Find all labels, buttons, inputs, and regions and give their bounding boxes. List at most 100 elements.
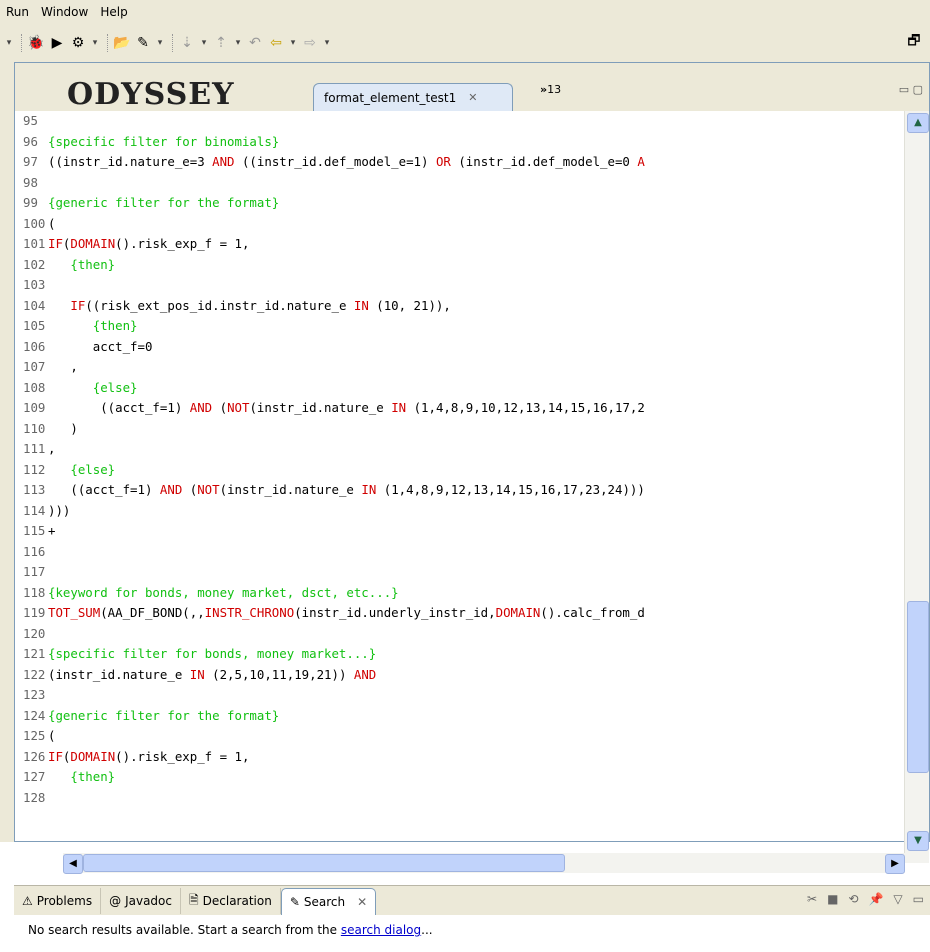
code-line[interactable]: 108 {else} bbox=[15, 378, 905, 399]
code-line[interactable]: 99 {generic filter for the format} bbox=[15, 193, 905, 214]
vertical-scrollbar[interactable]: ▲ ▼ bbox=[904, 111, 929, 863]
code-line[interactable]: 117 bbox=[15, 562, 905, 583]
code-token: , bbox=[48, 359, 78, 374]
code-keyword: INSTR_CHRONO bbox=[204, 605, 295, 620]
history-icon[interactable]: ⟲ bbox=[848, 892, 858, 906]
close-icon[interactable]: ✕ bbox=[468, 91, 477, 104]
code-line[interactable]: 101 IF(DOMAIN().risk_exp_f = 1, bbox=[15, 234, 905, 255]
code-line[interactable]: 114))) bbox=[15, 501, 905, 522]
code-line[interactable]: 115 + bbox=[15, 521, 905, 542]
code-token: (2,5,10,11,19,21)) bbox=[204, 666, 354, 682]
tab-overflow[interactable]: »13 bbox=[540, 83, 561, 96]
code-text: ((acct_f=1) AND (NOT(instr_id.nature_e I… bbox=[48, 480, 644, 501]
code-line[interactable]: 119 TOT_SUM(AA_DF_BOND(,,INSTR_CHRONO(ins… bbox=[15, 603, 905, 624]
code-line[interactable]: 122 (instr_id.nature_e IN (2,5,10,11,19,2… bbox=[15, 665, 905, 686]
external-tools-icon[interactable]: ⚙ bbox=[69, 34, 87, 52]
menu-help[interactable]: Help bbox=[94, 5, 133, 19]
code-comment: {else} bbox=[48, 379, 138, 395]
code-line[interactable]: 106 acct_f=0 bbox=[15, 337, 905, 358]
chevron-down-icon[interactable]: ▾ bbox=[233, 34, 243, 52]
chevron-down-icon[interactable]: ▾ bbox=[90, 34, 100, 52]
code-line[interactable]: 105 {then} bbox=[15, 316, 905, 337]
tab-format-element-test1[interactable]: format_element_test1 ✕ bbox=[313, 83, 513, 111]
code-line[interactable]: 107 , bbox=[15, 357, 905, 378]
scroll-left-icon[interactable]: ◀ bbox=[63, 854, 83, 874]
code-line[interactable]: 123 bbox=[15, 685, 905, 706]
search-icon: ✎ bbox=[289, 894, 300, 909]
code-line[interactable]: 128 bbox=[15, 788, 905, 809]
tab-javadoc[interactable]: @ Javadoc bbox=[101, 888, 181, 914]
clear-icon[interactable]: ✂ bbox=[807, 892, 817, 906]
close-icon[interactable]: ✕ bbox=[357, 895, 367, 909]
minimize-icon[interactable]: ▭ bbox=[913, 892, 924, 906]
code-line[interactable]: 110 ) bbox=[15, 419, 905, 440]
code-line[interactable]: 127 {then} bbox=[15, 767, 905, 788]
stop-icon[interactable]: ■ bbox=[827, 892, 838, 906]
code-keyword: OR bbox=[435, 154, 451, 169]
search-icon[interactable]: ✎ bbox=[134, 34, 152, 52]
search-status: No search results available. Start a sea… bbox=[14, 915, 930, 952]
debug-icon[interactable]: 🐞 bbox=[27, 34, 45, 52]
code-line[interactable]: 111, bbox=[15, 439, 905, 460]
scroll-thumb[interactable] bbox=[83, 854, 565, 872]
code-line[interactable]: 97 ((instr_id.nature_e=3 AND ((instr_id.d… bbox=[15, 152, 905, 173]
chevron-down-icon[interactable]: ▾ bbox=[322, 34, 332, 52]
menu-run[interactable]: Run bbox=[0, 5, 35, 19]
perspective-icon[interactable]: 🗗 bbox=[905, 33, 923, 51]
line-number: 101 bbox=[23, 236, 46, 251]
scroll-down-icon[interactable]: ▼ bbox=[907, 831, 929, 851]
back-icon[interactable]: ⇦ bbox=[267, 34, 285, 52]
code-token: ((risk_ext_pos_id.instr_id.nature_e bbox=[85, 297, 354, 313]
code-keyword: NOT bbox=[227, 400, 250, 415]
code-keyword: DOMAIN bbox=[495, 605, 541, 620]
chevron-down-icon[interactable]: ▾ bbox=[155, 34, 165, 52]
tab-label: Search bbox=[303, 894, 346, 909]
view-menu-icon[interactable]: ▽ bbox=[893, 892, 902, 906]
tab-label: Javadoc bbox=[125, 894, 172, 908]
menu-window[interactable]: Window bbox=[35, 5, 94, 19]
scroll-thumb[interactable] bbox=[907, 601, 929, 773]
code-line[interactable]: 124 {generic filter for the format} bbox=[15, 706, 905, 727]
code-line[interactable]: 113 ((acct_f=1) AND (NOT(instr_id.nature… bbox=[15, 480, 905, 501]
last-edit-icon[interactable]: ↶ bbox=[246, 34, 264, 52]
tab-label: format_element_test1 bbox=[324, 90, 457, 105]
code-line[interactable]: 112 {else} bbox=[15, 460, 905, 481]
scroll-up-icon[interactable]: ▲ bbox=[907, 113, 929, 133]
code-line[interactable]: 126 IF(DOMAIN().risk_exp_f = 1, bbox=[15, 747, 905, 768]
scroll-right-icon[interactable]: ▶ bbox=[885, 854, 905, 874]
chevron-down-icon[interactable]: ▾ bbox=[199, 34, 209, 52]
next-annotation-icon[interactable]: ⇣ bbox=[178, 34, 196, 52]
chevron-down-icon[interactable]: ▾ bbox=[4, 34, 14, 52]
code-line[interactable]: 116 bbox=[15, 542, 905, 563]
code-token: ((instr_id.def_model_e=1) bbox=[234, 154, 436, 169]
code-line[interactable]: 125( bbox=[15, 726, 905, 747]
code-text: TOT_SUM(AA_DF_BOND(,,INSTR_CHRONO(instr_… bbox=[48, 603, 645, 624]
minimize-icon[interactable]: ▭ ▢ bbox=[899, 83, 923, 96]
run-icon[interactable]: ▶ bbox=[48, 34, 66, 52]
code-line[interactable]: 109 ((acct_f=1) AND (NOT(instr_id.nature… bbox=[15, 398, 905, 419]
code-area[interactable]: 95 96 {specific filter for binomials} 97 ((i… bbox=[15, 111, 905, 811]
code-line[interactable]: 104 IF((risk_ext_pos_id.instr_id.nature_… bbox=[15, 296, 905, 317]
code-line[interactable]: 102 {then} bbox=[15, 255, 905, 276]
line-number: 107 bbox=[23, 359, 46, 374]
pin-icon[interactable]: 📌 bbox=[868, 892, 883, 906]
tab-declaration[interactable]: 🗎 Declaration bbox=[181, 888, 281, 914]
code-line[interactable]: 98 bbox=[15, 173, 905, 194]
tab-search[interactable]: ✎ Search ✕ bbox=[280, 887, 377, 915]
code-line[interactable]: 100( bbox=[15, 214, 905, 235]
code-line[interactable]: 118 {keyword for bonds, money market, dsc… bbox=[15, 583, 905, 604]
code-line[interactable]: 121 {specific filter for bonds, money mar… bbox=[15, 644, 905, 665]
code-line[interactable]: 120 bbox=[15, 624, 905, 645]
open-folder-icon[interactable]: 📂 bbox=[113, 34, 131, 52]
code-line[interactable]: 103 bbox=[15, 275, 905, 296]
search-dialog-link[interactable]: search dialog bbox=[341, 923, 421, 937]
code-line[interactable]: 96 {specific filter for binomials} bbox=[15, 132, 905, 153]
tab-problems[interactable]: ⚠ Problems bbox=[14, 888, 102, 914]
horizontal-scrollbar[interactable]: ◀ ▶ bbox=[63, 853, 905, 874]
forward-icon[interactable]: ⇨ bbox=[301, 34, 319, 52]
code-text: {generic filter for the format} bbox=[48, 193, 279, 214]
prev-annotation-icon[interactable]: ⇡ bbox=[212, 34, 230, 52]
code-line[interactable]: 95 bbox=[15, 111, 905, 132]
chevron-down-icon[interactable]: ▾ bbox=[288, 34, 298, 52]
